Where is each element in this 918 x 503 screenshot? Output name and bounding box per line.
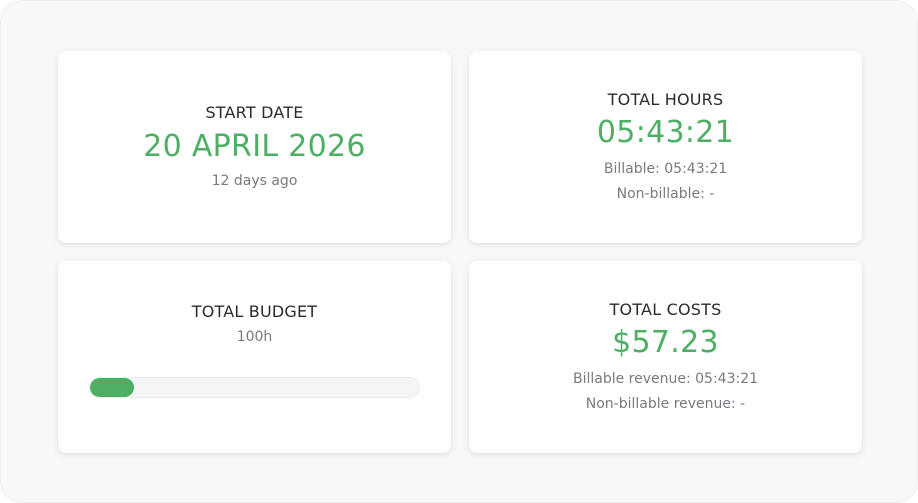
total-costs-label: TOTAL COSTS <box>609 300 722 319</box>
total-costs-value: $57.23 <box>612 325 719 360</box>
total-budget-value: 100h <box>236 329 273 345</box>
non-billable-hours: Non-billable: - <box>616 186 715 202</box>
total-budget-card: TOTAL BUDGET 100h <box>58 261 451 453</box>
total-hours-value: 05:43:21 <box>596 115 735 150</box>
non-billable-revenue: Non-billable revenue: - <box>585 396 746 412</box>
budget-progress-fill <box>90 378 135 397</box>
billable-hours: Billable: 05:43:21 <box>603 161 728 177</box>
total-hours-card: TOTAL HOURS 05:43:21 Billable: 05:43:21 … <box>469 51 862 243</box>
total-costs-card: TOTAL COSTS $57.23 Billable revenue: 05:… <box>469 261 862 453</box>
start-date-relative: 12 days ago <box>211 173 298 189</box>
start-date-card: START DATE 20 APRIL 2026 12 days ago <box>58 51 451 243</box>
total-budget-label: TOTAL BUDGET <box>191 302 318 321</box>
budget-progress-bar <box>89 377 420 398</box>
dashboard-panel: START DATE 20 APRIL 2026 12 days ago TOT… <box>0 0 918 503</box>
total-hours-label: TOTAL HOURS <box>607 90 724 109</box>
start-date-label: START DATE <box>205 103 304 122</box>
billable-revenue: Billable revenue: 05:43:21 <box>572 371 759 387</box>
start-date-value: 20 APRIL 2026 <box>143 129 366 164</box>
